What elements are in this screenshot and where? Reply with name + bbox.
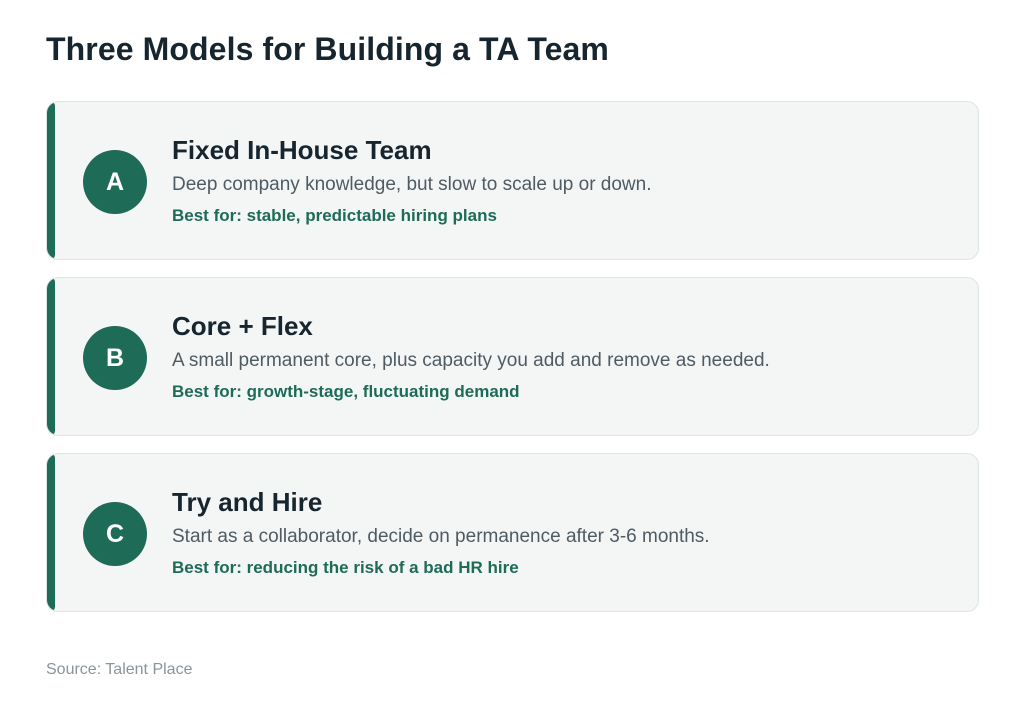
card-accent-bar bbox=[47, 454, 55, 611]
card-accent-bar bbox=[47, 278, 55, 435]
card-description: A small permanent core, plus capacity yo… bbox=[172, 350, 770, 371]
card-best-for: Best for: reducing the risk of a bad HR … bbox=[172, 558, 519, 577]
model-badge: C bbox=[83, 502, 147, 566]
model-cards: A Fixed In-House Team Deep company knowl… bbox=[46, 101, 979, 629]
card-best-for: Best for: growth-stage, fluctuating dema… bbox=[172, 382, 520, 401]
card-accent-bar bbox=[47, 102, 55, 259]
model-card-a: A Fixed In-House Team Deep company knowl… bbox=[46, 101, 979, 260]
card-body: Try and Hire Start as a collaborator, de… bbox=[172, 485, 958, 579]
model-card-c: C Try and Hire Start as a collaborator, … bbox=[46, 453, 979, 612]
card-body: Fixed In-House Team Deep company knowled… bbox=[172, 133, 958, 227]
page-title: Three Models for Building a TA Team bbox=[46, 31, 609, 67]
card-best-for: Best for: stable, predictable hiring pla… bbox=[172, 206, 497, 225]
source-note: Source: Talent Place bbox=[46, 661, 193, 678]
card-title: Core + Flex bbox=[172, 311, 313, 341]
model-badge: A bbox=[83, 150, 147, 214]
card-title: Try and Hire bbox=[172, 487, 323, 517]
model-badge: B bbox=[83, 326, 147, 390]
card-title: Fixed In-House Team bbox=[172, 135, 432, 165]
card-description: Start as a collaborator, decide on perma… bbox=[172, 526, 710, 547]
card-description: Deep company knowledge, but slow to scal… bbox=[172, 174, 652, 195]
card-body: Core + Flex A small permanent core, plus… bbox=[172, 309, 958, 403]
model-card-b: B Core + Flex A small permanent core, pl… bbox=[46, 277, 979, 436]
